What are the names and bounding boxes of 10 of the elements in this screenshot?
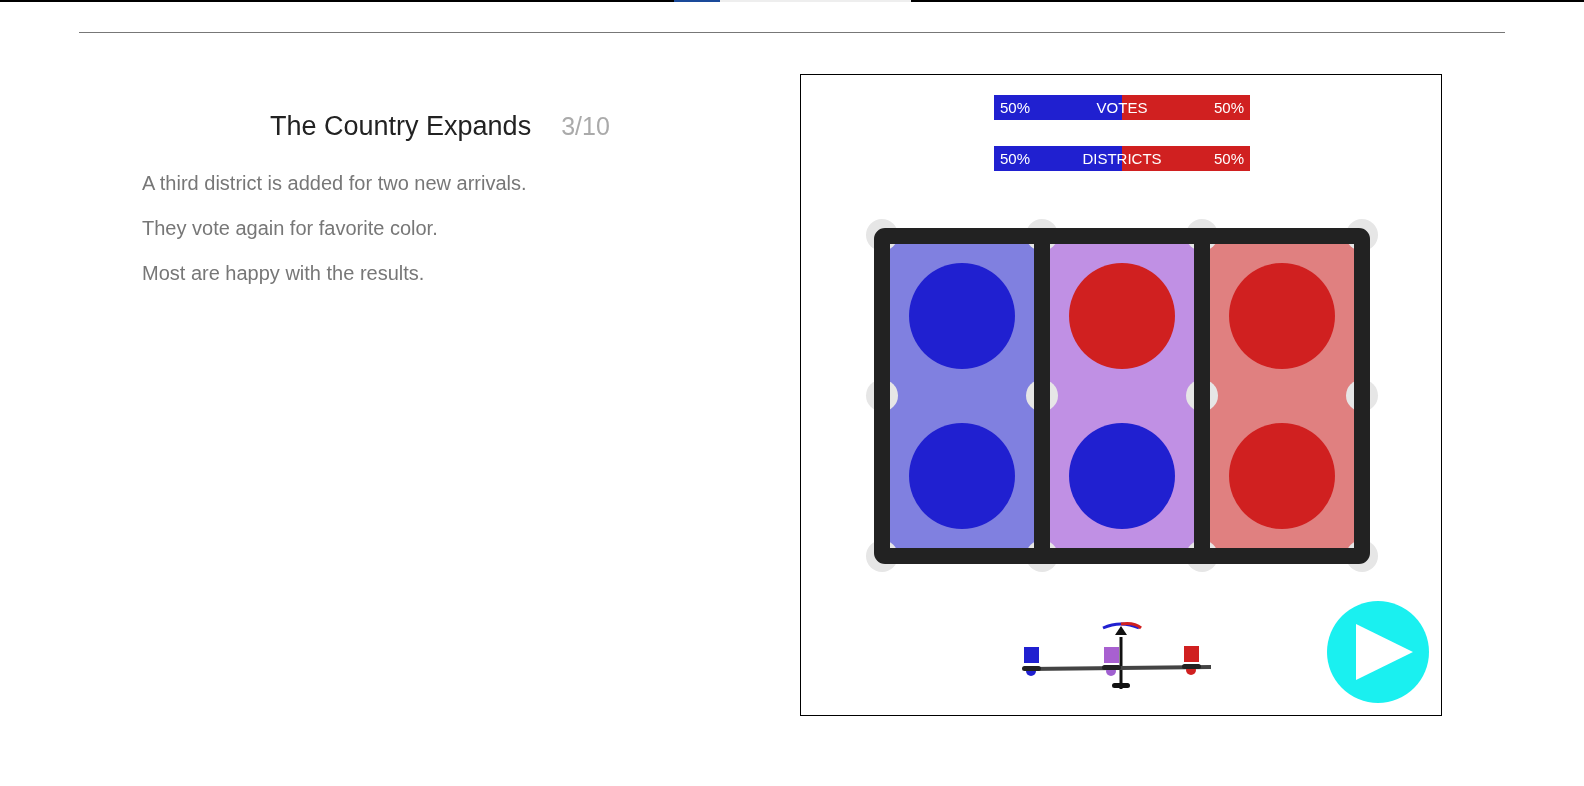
- lesson-text: They vote again for favorite color.: [142, 215, 439, 241]
- percent-label: 50%: [1213, 99, 1244, 116]
- lesson-text: Most are happy with the results.: [142, 260, 426, 286]
- percent-label: 50%: [1000, 150, 1031, 167]
- percent-label: 50%: [1000, 99, 1031, 116]
- bar-label: DISTRICTS: [1082, 150, 1162, 167]
- step-counter: 3/10: [561, 111, 610, 142]
- percent-label: 50%: [1213, 150, 1244, 167]
- lesson-text: A third district is added for two new arrivals.: [142, 170, 528, 196]
- lesson-title: The Country Expands: [270, 110, 532, 143]
